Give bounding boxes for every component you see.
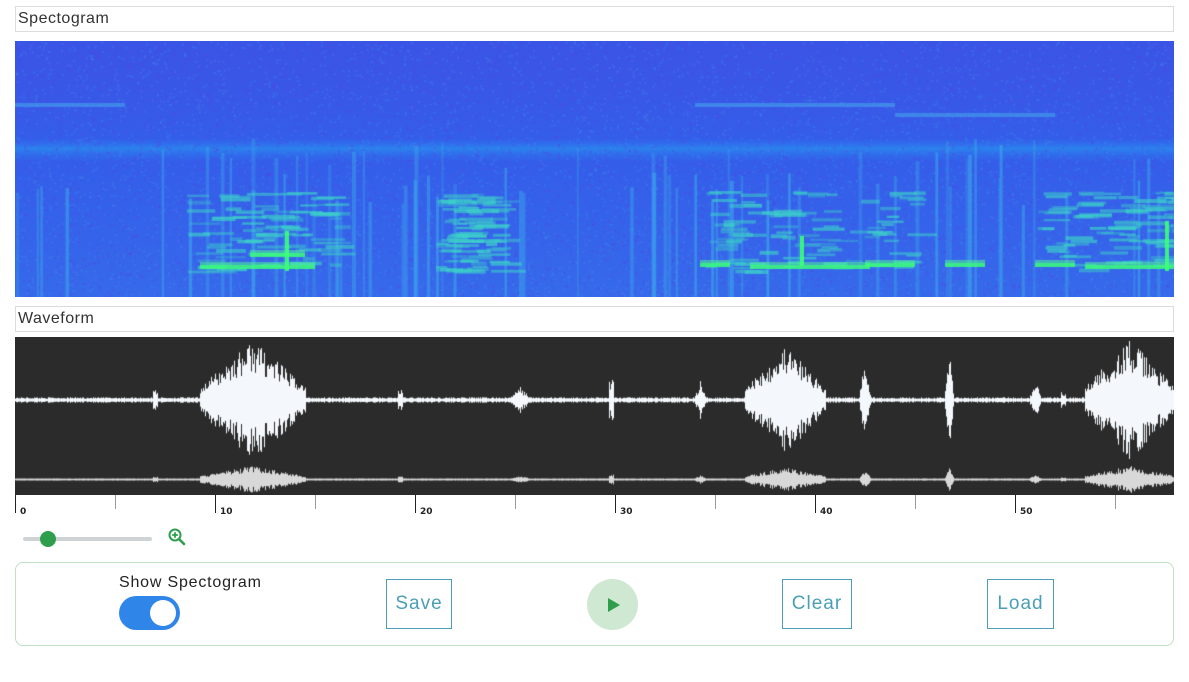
spectrogram-label: Spectogram: [15, 6, 1174, 32]
spectrogram-display[interactable]: [15, 41, 1174, 297]
timeline-tick-label: 0: [20, 507, 26, 517]
timeline-tick-label: 20: [420, 507, 433, 517]
play-icon: [607, 597, 620, 612]
waveform-display[interactable]: [15, 337, 1174, 495]
zoom-control: [15, 526, 215, 552]
clear-button[interactable]: Clear: [782, 579, 852, 629]
zoom-in-icon[interactable]: [167, 527, 187, 547]
save-button[interactable]: Save: [386, 579, 452, 629]
timeline-tick-label: 30: [620, 507, 633, 517]
toggle-knob: [150, 600, 176, 626]
waveform-label: Waveform: [15, 306, 1174, 332]
load-button[interactable]: Load: [987, 579, 1054, 629]
play-button[interactable]: [587, 579, 638, 630]
zoom-slider-thumb[interactable]: [39, 531, 56, 547]
timeline-ruler[interactable]: 0 10 20 30 40 50: [15, 495, 1174, 517]
timeline-tick-label: 40: [820, 507, 833, 517]
timeline-tick-label: 10: [220, 507, 233, 517]
control-panel: Show Spectogram Save Clear Load: [15, 562, 1174, 646]
show-spectrogram-toggle[interactable]: [119, 596, 180, 630]
show-spectrogram-label: Show Spectogram: [119, 574, 262, 591]
timeline-tick-label: 50: [1020, 507, 1033, 517]
